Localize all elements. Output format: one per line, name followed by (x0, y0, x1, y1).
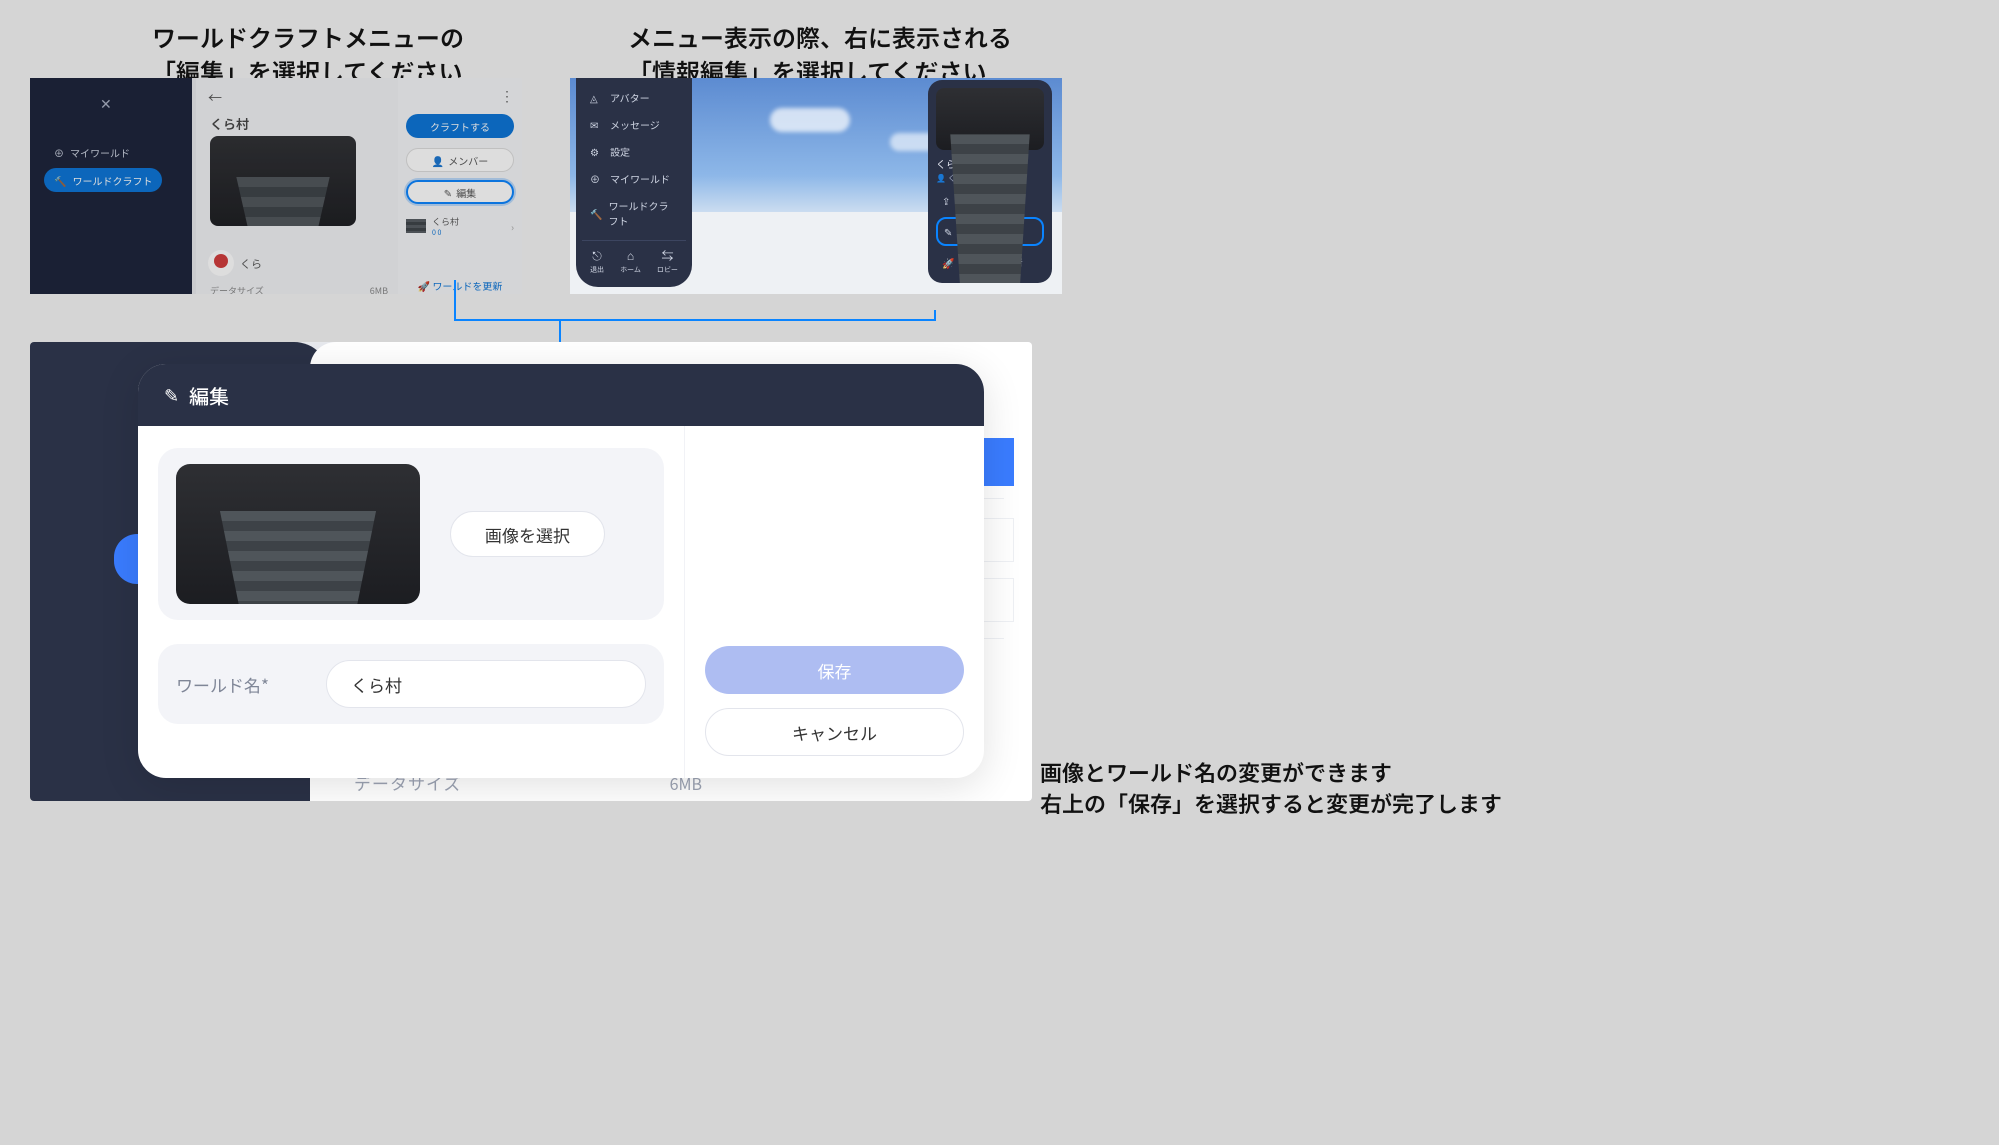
back-icon[interactable]: ← (208, 88, 222, 108)
hammer-icon: 🔨 (590, 206, 602, 221)
world-name-input[interactable] (326, 660, 646, 708)
craft-button[interactable]: クラフトする (406, 114, 514, 138)
rocket-icon: 🚀 (942, 255, 954, 270)
menu-world-craft-label: ワールドクラフト (608, 198, 678, 228)
globe-icon: ⊕ (590, 171, 604, 186)
menu-exit-label: 退出 (590, 265, 604, 275)
menu-my-world[interactable]: ⊕ マイワールド (582, 165, 686, 192)
exit-icon: ⎋ (590, 247, 604, 264)
edit-button[interactable]: ✎ 編集 (406, 180, 514, 204)
menu-world-craft[interactable]: 🔨 ワールドクラフト (582, 192, 686, 234)
menu-home[interactable]: ⌂ホーム (620, 247, 641, 275)
edit-dialog-screenshot: データサイズ 6MB ✎ 編集 画像を選択 ワールド名* (30, 342, 1032, 801)
refresh-world-link[interactable]: 🚀 ワールドを更新 (406, 278, 514, 293)
main-menu: ◬ アバター ✉ メッセージ ⚙ 設定 ⊕ マイワールド 🔨 ワールドクラフト ⎋退出 ⌂… (576, 78, 692, 287)
nav-world-craft[interactable]: 🔨 ワールドクラフト (44, 168, 162, 192)
cancel-button[interactable]: キャンセル (705, 708, 964, 756)
world-name-label: ワールド名* (176, 672, 326, 697)
dialog-right: 保存 キャンセル (684, 426, 984, 778)
edit-dialog: ✎ 編集 画像を選択 ワールド名* 保存 (138, 364, 984, 778)
caption-c-l2: 右上の「保存」を選択すると変更が完了します (1040, 787, 1502, 819)
menu-avatar[interactable]: ◬ アバター (582, 84, 686, 111)
card-thumbnail (936, 88, 1044, 150)
select-image-label: 画像を選択 (485, 522, 570, 547)
kebab-icon[interactable]: ⋮ (500, 86, 514, 106)
menu-message-label: メッセージ (610, 117, 660, 132)
menu-lobby[interactable]: ⇆ロビー (657, 247, 678, 275)
message-icon: ✉ (590, 117, 604, 132)
save-button-label: 保存 (818, 658, 852, 683)
nav-world-craft-label: ワールドクラフト (72, 173, 152, 188)
nav-my-world[interactable]: ⊕ マイワールド (44, 140, 140, 164)
pencil-icon: ✎ (944, 224, 952, 239)
menu-my-world-label: マイワールド (610, 171, 670, 186)
world-image-preview (176, 464, 420, 604)
globe-icon: ⊕ (54, 145, 64, 160)
member-button-label: メンバー (448, 153, 488, 168)
world-detail: ← くら村 くら データサイズ 6MB (196, 78, 398, 294)
owner-avatar[interactable] (208, 250, 234, 276)
world-list-item[interactable]: くら村 0 0 › (406, 212, 514, 240)
menu-lobby-label: ロビー (657, 265, 678, 275)
caption-a-l1: ワールドクラフトメニューの (152, 19, 464, 54)
cancel-button-label: キャンセル (792, 720, 877, 745)
member-button[interactable]: 👤 メンバー (406, 148, 514, 172)
craft-button-label: クラフトする (430, 119, 490, 134)
avatar-icon: ◬ (590, 90, 604, 105)
menu-home-label: ホーム (620, 265, 641, 275)
rocket-icon: 🚀 (418, 278, 430, 293)
data-size-value: 6MB (370, 284, 388, 294)
gear-icon: ⚙ (590, 144, 604, 159)
caption-b-l1: メニュー表示の際、右に表示される (628, 19, 1012, 54)
data-size-label: データサイズ (210, 284, 264, 294)
world-info-card: くら村 👤 くら ⇪メンバー管理 ✎情報編集 🚀ワールドを更新 (928, 80, 1052, 283)
name-section: ワールド名* (158, 644, 664, 724)
home-icon: ⌂ (620, 247, 641, 264)
menu-message[interactable]: ✉ メッセージ (582, 111, 686, 138)
menu-avatar-label: アバター (610, 90, 650, 105)
menu-settings-label: 設定 (610, 144, 630, 159)
nav-my-world-label: マイワールド (70, 145, 130, 160)
save-button[interactable]: 保存 (705, 646, 964, 694)
refresh-world-label: ワールドを更新 (432, 278, 502, 293)
world-list-item-sub: 0 0 (432, 228, 459, 238)
person-icon: 👤 (432, 153, 444, 168)
dialog-header: ✎ 編集 (138, 364, 984, 426)
hammer-icon: 🔨 (54, 173, 66, 188)
world-mini-thumb (406, 219, 426, 233)
pencil-icon: ✎ (164, 382, 179, 408)
pencil-icon: ✎ (444, 185, 452, 200)
dialog-left: 画像を選択 ワールド名* (138, 426, 684, 778)
close-icon[interactable]: ✕ (100, 94, 112, 114)
world-list-item-title: くら村 (432, 215, 459, 228)
world-title: くら村 (210, 114, 249, 133)
caption-c-l1: 画像とワールド名の変更ができます (1040, 756, 1392, 788)
side-nav: ✕ ⊕ マイワールド 🔨 ワールドクラフト (30, 78, 192, 294)
chevron-right-icon: › (511, 219, 514, 234)
image-section: 画像を選択 (158, 448, 664, 620)
menu-bottom-bar: ⎋退出 ⌂ホーム ⇆ロビー (582, 240, 686, 275)
owner-name: くら (240, 256, 262, 272)
select-image-button[interactable]: 画像を選択 (450, 511, 605, 557)
screenshot-ingame-menu: ◬ アバター ✉ メッセージ ⚙ 設定 ⊕ マイワールド 🔨 ワールドクラフト ⎋退出 ⌂… (570, 78, 1062, 294)
swap-icon: ⇆ (657, 247, 678, 264)
cloud (770, 108, 850, 132)
world-actions: ⋮ クラフトする 👤 メンバー ✎ 編集 くら村 0 0 › 🚀 ワールドを更新 (398, 78, 522, 294)
caption-c: 画像とワールド名の変更ができます 右上の「保存」を選択すると変更が完了します (1040, 757, 1502, 819)
edit-button-label: 編集 (456, 185, 476, 200)
world-thumbnail (210, 136, 356, 226)
menu-exit[interactable]: ⎋退出 (590, 247, 604, 275)
share-icon: ⇪ (942, 193, 950, 208)
menu-settings[interactable]: ⚙ 設定 (582, 138, 686, 165)
dialog-title: 編集 (189, 381, 229, 410)
screenshot-worldcraft-menu: ✕ ⊕ マイワールド 🔨 ワールドクラフト ← くら村 くら データサイズ 6M… (30, 78, 522, 294)
